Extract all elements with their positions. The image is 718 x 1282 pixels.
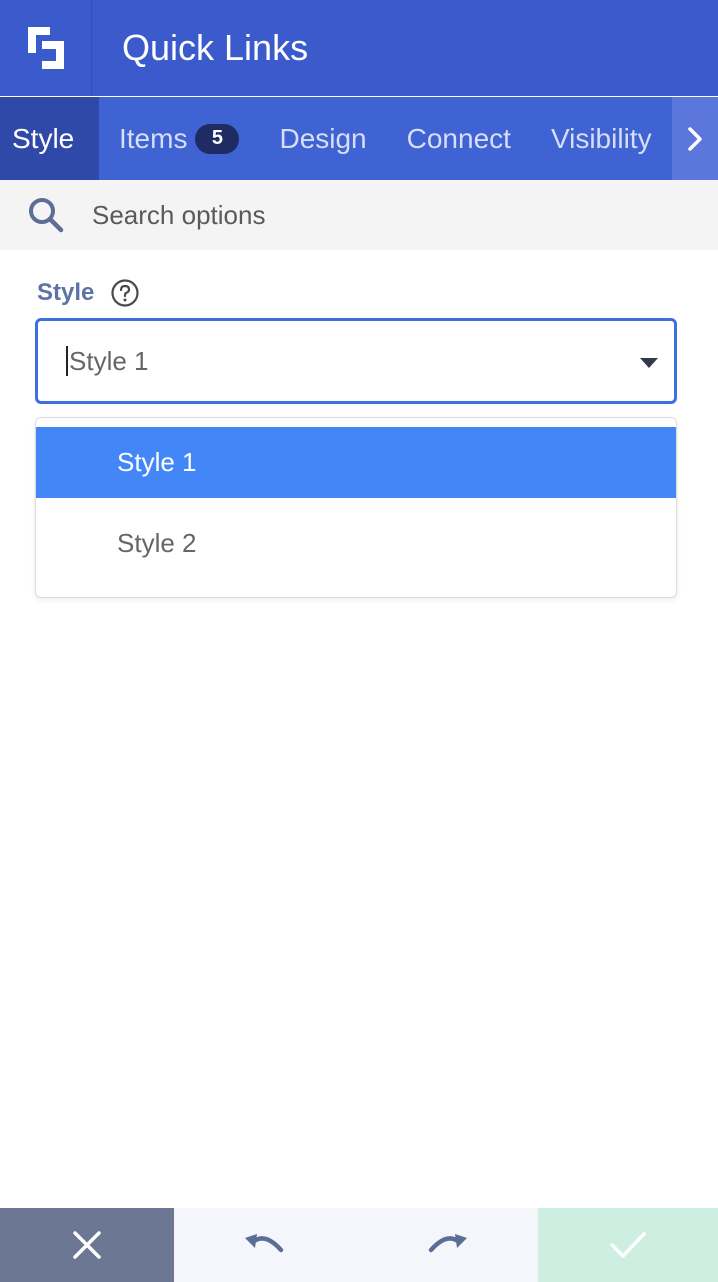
- search-input[interactable]: [92, 199, 652, 231]
- tab-visibility[interactable]: Visibility: [531, 97, 672, 180]
- undo-button[interactable]: [174, 1208, 356, 1282]
- footer-actions: [0, 1208, 718, 1282]
- app-header: Quick Links: [0, 0, 718, 96]
- tab-label: Items: [119, 122, 188, 154]
- items-count-badge: 5: [195, 123, 240, 154]
- style-field-label: Style: [37, 279, 95, 306]
- tab-label: Connect: [406, 122, 511, 154]
- undo-icon: [245, 1234, 284, 1253]
- style-field-label-row: Style: [37, 278, 140, 308]
- chevron-down-icon: [640, 358, 658, 368]
- tab-label: Design: [279, 122, 367, 154]
- check-icon: [610, 1232, 646, 1258]
- style-option-1[interactable]: Style 1: [36, 427, 676, 498]
- tab-items[interactable]: Items 5: [99, 97, 259, 180]
- tabs-scroll-right-button[interactable]: [672, 97, 718, 180]
- style-option-2[interactable]: Style 2: [36, 508, 676, 579]
- style-dropdown-menu: Style 1 Style 2: [35, 417, 677, 598]
- tab-bar: Style Items 5 Design Connect Visibility: [0, 97, 718, 180]
- style-select[interactable]: Style 1: [35, 318, 677, 404]
- save-button[interactable]: [538, 1208, 718, 1282]
- tab-label: Style: [12, 122, 75, 154]
- search-icon: [29, 198, 64, 233]
- tab-connect[interactable]: Connect: [387, 97, 531, 180]
- logo-icon: [27, 27, 64, 69]
- style-select-value: Style 1: [66, 346, 149, 376]
- chevron-right-icon: [688, 126, 702, 151]
- cancel-button[interactable]: [0, 1208, 174, 1282]
- search-bar: [0, 180, 718, 250]
- tab-design[interactable]: Design: [259, 97, 386, 180]
- help-icon[interactable]: [110, 278, 140, 308]
- tab-style[interactable]: Style: [0, 97, 99, 180]
- tab-label: Visibility: [550, 122, 652, 154]
- logo[interactable]: [0, 0, 92, 96]
- redo-button[interactable]: [356, 1208, 538, 1282]
- close-icon: [73, 1231, 101, 1259]
- page-title: Quick Links: [122, 27, 309, 68]
- redo-icon: [428, 1234, 467, 1253]
